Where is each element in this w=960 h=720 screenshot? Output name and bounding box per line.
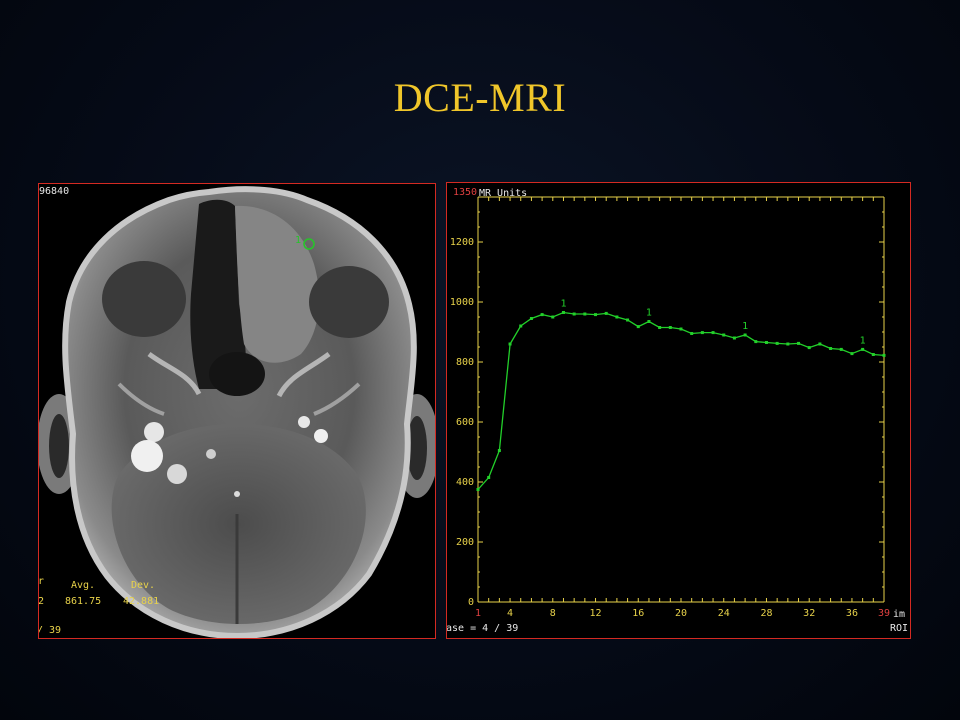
data-point [497, 449, 501, 452]
data-point [839, 347, 843, 351]
signal-curve-line [477, 311, 885, 490]
x-tick-label: 39 [878, 608, 890, 619]
x-tick-label: 8 [550, 608, 556, 619]
phase-label: ase = 4 / 39 [446, 623, 519, 634]
data-point [476, 488, 480, 491]
data-point [508, 342, 512, 346]
data-point [743, 333, 747, 337]
x-tick-label: 32 [803, 608, 815, 619]
x-tick-label: 16 [632, 608, 644, 619]
x-tick-label: 36 [846, 608, 858, 619]
x-tick-label: 1 [475, 608, 481, 619]
data-point [583, 312, 587, 316]
roi-marker-label: 1 [646, 308, 652, 319]
dev-value: 42.881 [123, 596, 160, 607]
x-unit-label: im [893, 609, 906, 620]
signal-curve-panel[interactable]: 0 200 400 600 800 1000 1200 1 4 8 12 16 20 24 28 32 36 39… [446, 182, 911, 639]
data-point [786, 342, 790, 346]
data-point [807, 346, 811, 350]
data-point [690, 332, 694, 335]
data-point [604, 311, 608, 315]
data-point [797, 341, 801, 345]
avg-value: 861.75 [65, 596, 102, 607]
data-point [561, 311, 565, 314]
y-tick-label: 1000 [450, 297, 474, 308]
stats-row-prefix-2: 2 [38, 596, 45, 607]
data-point [871, 353, 875, 356]
image-id-label: 96840 [39, 186, 70, 197]
data-point [519, 324, 523, 328]
data-point [882, 353, 886, 357]
roi-footer-label: ROI [890, 623, 909, 634]
y-tick-label: 1200 [450, 237, 474, 248]
data-point [818, 342, 822, 346]
data-point [732, 336, 736, 340]
data-point [679, 327, 683, 331]
data-point [487, 476, 491, 479]
axial-mri-image: 1 [39, 186, 435, 638]
data-point [850, 352, 854, 356]
y-unit-label: MR Units [479, 188, 528, 199]
data-point [829, 347, 833, 350]
slide-title: DCE-MRI [393, 75, 567, 120]
y-tick-label: 200 [456, 537, 474, 548]
x-tick-label: 28 [760, 608, 772, 619]
x-tick-label: 20 [675, 608, 687, 619]
y-tick-label: 800 [456, 357, 474, 368]
mri-image-panel[interactable]: 1 96840 r Avg. Dev. 2 861.75 42.881 / 39 [38, 183, 436, 639]
data-point [775, 341, 779, 345]
data-point [647, 320, 651, 323]
y-tick-label: 600 [456, 417, 474, 428]
frame-counter: / 39 [38, 625, 62, 636]
data-point [594, 313, 598, 317]
data-point [615, 315, 619, 319]
x-tick-label: 4 [507, 608, 513, 619]
y-tick-label: 0 [468, 597, 474, 608]
x-tick-label: 24 [718, 608, 730, 619]
data-point [529, 317, 533, 320]
data-point [711, 331, 715, 335]
roi-marker-label: 1 [860, 335, 866, 346]
roi-number-label: 1 [295, 235, 301, 246]
data-point [636, 325, 640, 329]
data-point [668, 326, 672, 329]
x-tick-label: 12 [590, 608, 602, 619]
dev-label: Dev. [131, 580, 156, 591]
stats-row-prefix-1: r [38, 576, 45, 587]
data-point [658, 326, 662, 329]
data-point [626, 318, 630, 322]
data-point [572, 312, 576, 316]
data-point [722, 333, 726, 337]
y-tick-label: 400 [456, 477, 474, 488]
data-point [754, 340, 758, 344]
avg-label: Avg. [71, 580, 96, 591]
roi-marker-label: 1 [742, 321, 748, 332]
y-max-label: 1350 [453, 187, 478, 198]
data-point [540, 313, 544, 317]
signal-intensity-chart: 0 200 400 600 800 1000 1200 1 4 8 12 16 20 24 28 32 36 39… [450, 196, 890, 619]
data-point [764, 341, 768, 344]
data-point [700, 331, 704, 335]
roi-marker-label: 1 [560, 299, 566, 310]
data-point [861, 347, 865, 351]
data-point [551, 315, 555, 319]
